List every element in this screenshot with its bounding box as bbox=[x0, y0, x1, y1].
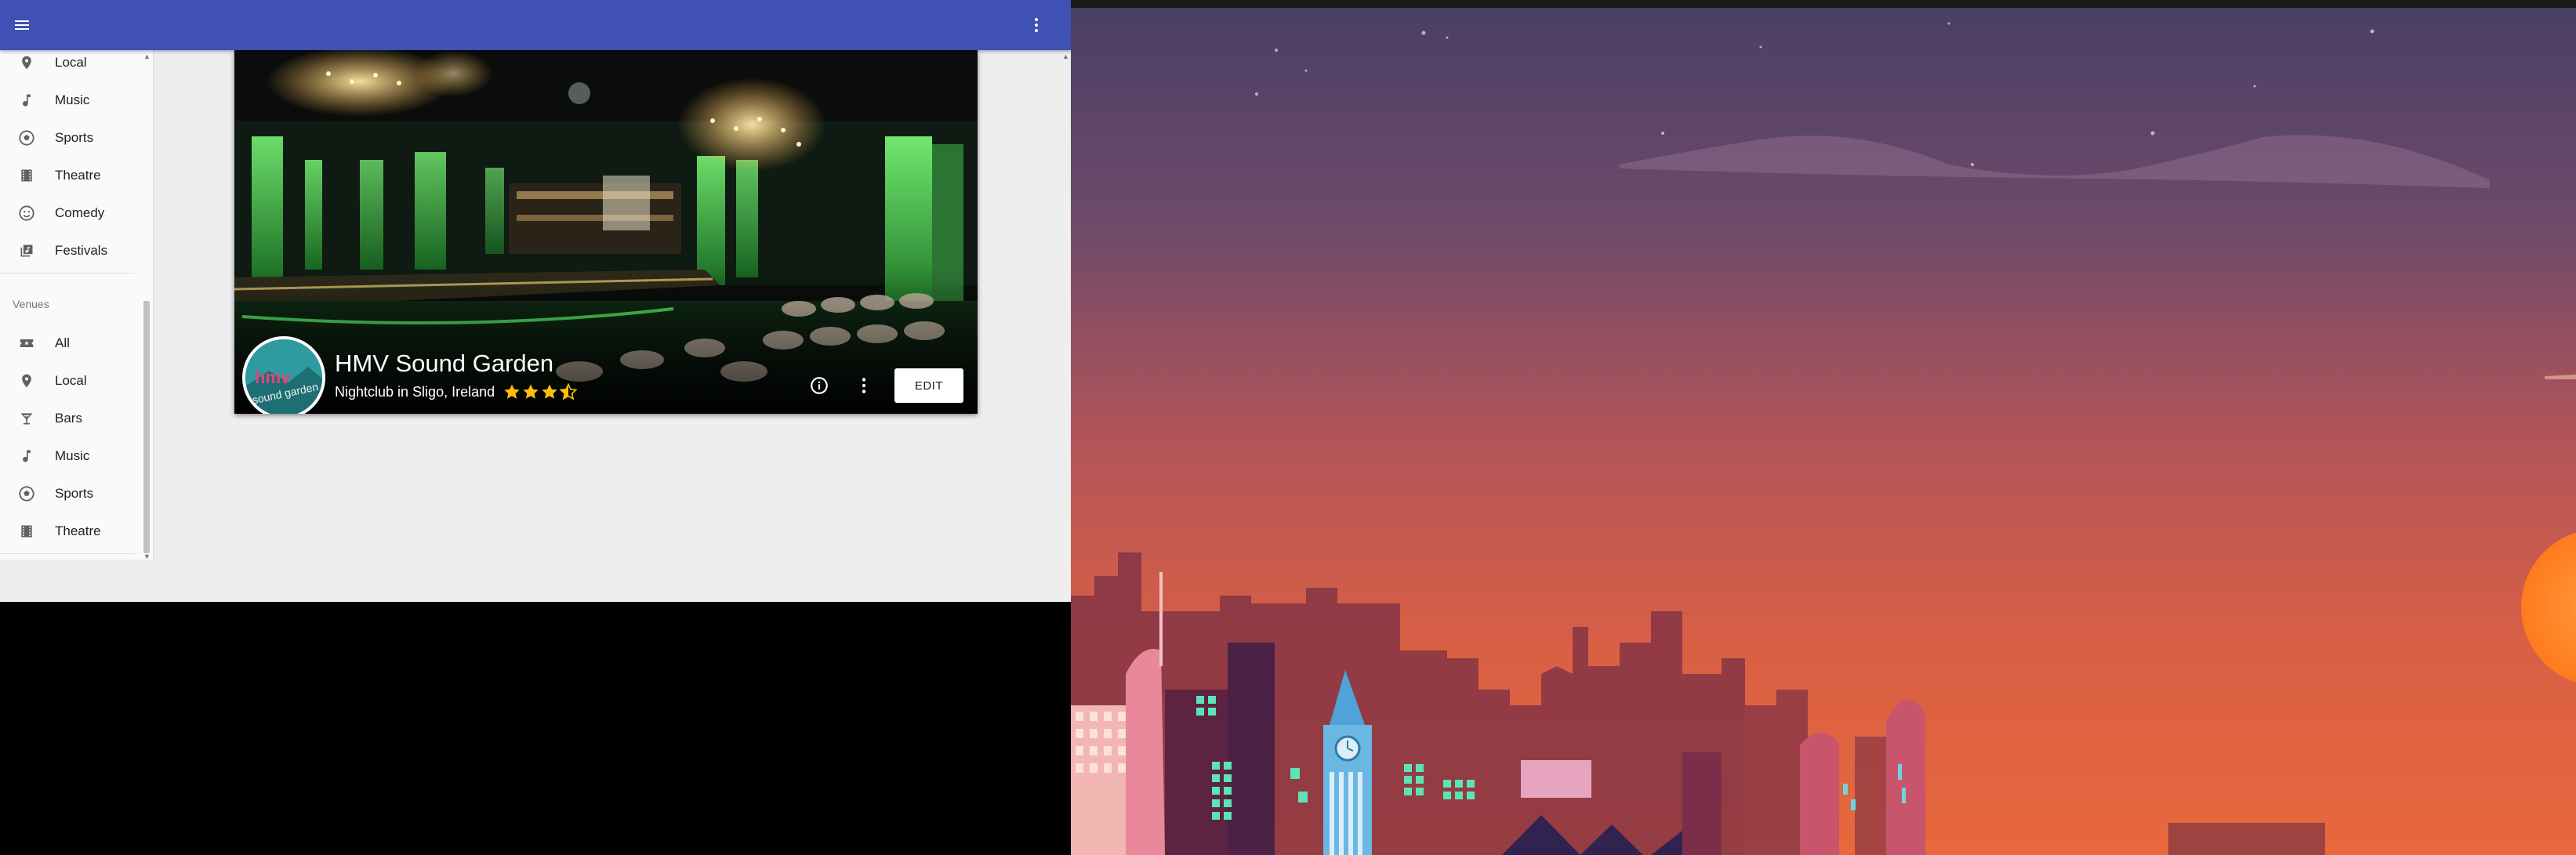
nav-item-venues-bars[interactable]: Bars bbox=[0, 400, 135, 437]
scroll-up-arrow-icon[interactable]: ▲ bbox=[1062, 53, 1069, 60]
soccer-ball-icon bbox=[17, 129, 36, 147]
star-full-icon bbox=[523, 384, 539, 399]
info-icon bbox=[811, 377, 828, 394]
edit-button[interactable]: EDIT bbox=[894, 368, 963, 403]
main-scrollbar[interactable]: ▲ bbox=[1060, 50, 1071, 560]
theater-icon bbox=[17, 522, 36, 541]
venue-subtitle: Nightclub in Sligo, Ireland bbox=[335, 383, 495, 400]
nav-item-label: Local bbox=[55, 55, 87, 70]
app-bar bbox=[0, 0, 1071, 50]
venue-title: HMV Sound Garden bbox=[335, 350, 554, 377]
nav-item-label: Sports bbox=[55, 130, 94, 145]
nav-item-label: Festivals bbox=[55, 243, 108, 258]
nav-item-events-festivals[interactable]: Festivals bbox=[0, 232, 135, 270]
nav-item-events-sports[interactable]: Sports bbox=[0, 119, 135, 157]
nav-item-label: All bbox=[55, 335, 70, 350]
soccer-ball-icon bbox=[17, 484, 36, 503]
venue-subtitle-row: Nightclub in Sligo, Ireland bbox=[335, 382, 578, 401]
desktop-wallpaper bbox=[1071, 0, 2576, 855]
drawer-divider bbox=[0, 273, 135, 274]
venues-subheader: Venues bbox=[13, 298, 49, 310]
nav-item-venues-sports[interactable]: Sports bbox=[0, 475, 135, 513]
library-music-icon bbox=[17, 241, 36, 260]
nav-item-label: Music bbox=[55, 448, 90, 463]
nav-item-label: Local bbox=[55, 373, 87, 388]
svg-text:hmv: hmv bbox=[255, 368, 291, 387]
venue-rating bbox=[503, 382, 578, 401]
more-vert-icon bbox=[862, 378, 866, 393]
scroll-up-arrow-icon[interactable]: ▲ bbox=[143, 53, 151, 60]
navigation-drawer: Local Music Sports Theatre Comedy Festiv… bbox=[0, 50, 154, 560]
theater-icon bbox=[17, 166, 36, 185]
venue-logo: hmv sound garden bbox=[245, 339, 322, 414]
nav-item-events-music[interactable]: Music bbox=[0, 82, 135, 119]
nav-item-label: Theatre bbox=[55, 524, 101, 538]
card-more-options-button[interactable] bbox=[854, 375, 874, 396]
city-sunset-illustration bbox=[1071, 0, 2576, 855]
info-button[interactable] bbox=[809, 375, 829, 396]
venue-card: hmv sound garden HMV Sound Garden Nightc… bbox=[234, 50, 978, 414]
place-icon bbox=[17, 53, 36, 72]
app-window: Local Music Sports Theatre Comedy Festiv… bbox=[0, 0, 1071, 602]
nav-item-label: Music bbox=[55, 92, 90, 107]
nav-item-venues-music[interactable]: Music bbox=[0, 437, 135, 475]
music-note-icon bbox=[17, 447, 36, 466]
nav-item-venues-all[interactable]: All bbox=[0, 324, 135, 362]
star-half-icon bbox=[559, 382, 578, 400]
cocktail-icon bbox=[17, 409, 36, 428]
nav-item-label: Bars bbox=[55, 411, 82, 426]
place-icon bbox=[17, 371, 36, 390]
menu-button[interactable] bbox=[6, 9, 38, 41]
music-note-icon bbox=[17, 91, 36, 110]
scroll-down-arrow-icon[interactable]: ▼ bbox=[143, 553, 151, 560]
drawer-divider bbox=[0, 553, 135, 554]
nav-item-label: Comedy bbox=[55, 205, 105, 220]
drawer-scrollbar[interactable]: ▲ ▼ bbox=[141, 50, 152, 560]
more-vert-icon bbox=[1035, 18, 1038, 32]
nav-item-label: Theatre bbox=[55, 168, 101, 183]
nav-item-label: Sports bbox=[55, 486, 94, 501]
star-full-icon bbox=[542, 384, 557, 399]
hamburger-menu-icon bbox=[15, 20, 29, 30]
nav-item-venues-local[interactable]: Local bbox=[0, 362, 135, 400]
nav-item-events-local[interactable]: Local bbox=[0, 50, 135, 82]
nav-item-venues-theatre[interactable]: Theatre bbox=[0, 513, 135, 550]
venue-avatar: hmv sound garden bbox=[242, 336, 325, 414]
nav-item-events-theatre[interactable]: Theatre bbox=[0, 157, 135, 194]
more-options-button[interactable] bbox=[1021, 9, 1052, 41]
nav-item-events-comedy[interactable]: Comedy bbox=[0, 194, 135, 232]
star-full-icon bbox=[504, 384, 520, 399]
drawer-scrollbar-thumb[interactable] bbox=[143, 301, 150, 553]
ticket-icon bbox=[17, 334, 36, 353]
smiley-icon bbox=[17, 204, 36, 223]
